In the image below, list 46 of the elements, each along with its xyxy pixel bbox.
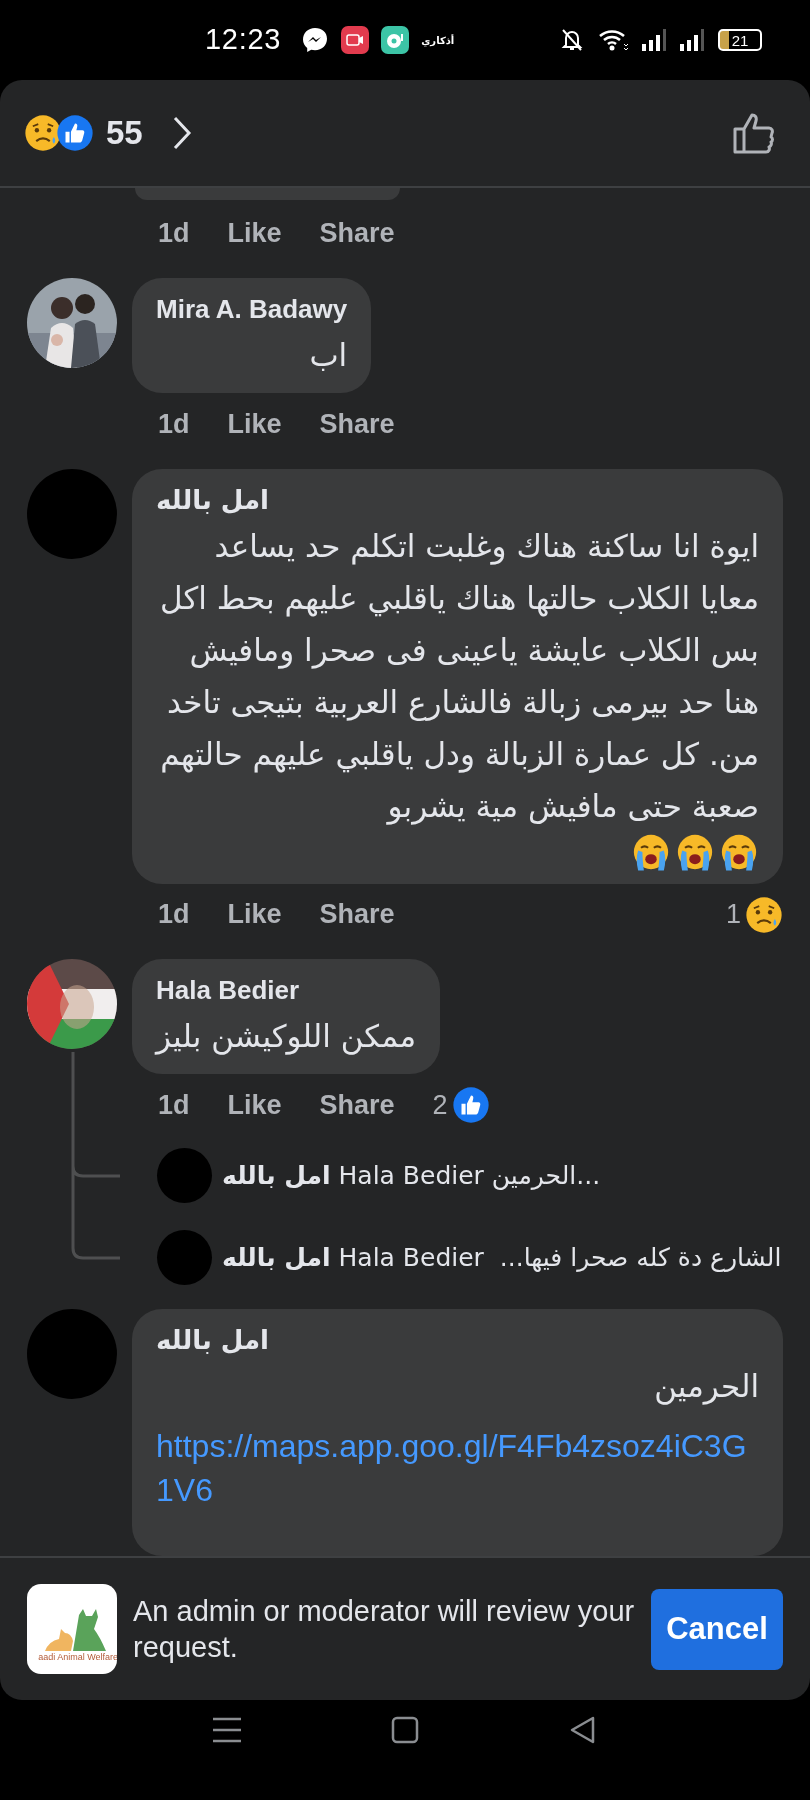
signal-icon — [642, 29, 666, 51]
author-name[interactable]: Mira A. Badawy — [156, 290, 348, 330]
reaction-count: 1 — [725, 898, 741, 932]
reply-preview[interactable]: امل بالله Hala Bedier الحرمين... — [222, 1157, 601, 1195]
share-button[interactable]: Share — [319, 213, 395, 254]
share-button[interactable]: Share — [319, 1084, 395, 1126]
messenger-icon — [301, 26, 330, 54]
comment-time: 1d — [158, 217, 190, 251]
bell-off-icon — [560, 27, 584, 53]
reply-preview[interactable]: امل بالله Hala Bedier ...الشارع دة كله صحرا فيها — [222, 1239, 782, 1277]
reaction-count: 2 — [432, 1088, 448, 1122]
thumbs-up-icon — [451, 1085, 490, 1124]
like-button[interactable]: Like — [227, 404, 282, 445]
like-button[interactable]: Like — [227, 894, 282, 935]
link[interactable]: https://maps.app.goo.gl/F4Fb4zsoz4iC3G1V6 — [156, 1424, 759, 1512]
video-icon — [341, 26, 370, 54]
comment-text: ممكن اللوكيشن بليز — [156, 1017, 416, 1054]
comment-text: الحرمين — [654, 1368, 759, 1404]
thumbs-up-icon — [56, 114, 94, 152]
app-icon — [381, 26, 410, 54]
banner-message: An admin or moderator will review your request. — [133, 1594, 635, 1665]
battery-level: 21 — [731, 32, 749, 48]
author-name[interactable]: امل بالله — [156, 480, 759, 520]
sad-face-icon — [745, 895, 783, 934]
author-name[interactable]: Hala Bedier — [156, 970, 416, 1010]
home-icon[interactable] — [391, 1716, 419, 1744]
share-button[interactable]: Share — [319, 894, 395, 935]
share-button[interactable]: Share — [319, 404, 395, 445]
menu-icon[interactable] — [213, 1717, 241, 1743]
comment-text: ايوة انا ساكنة هناك وغلبت اتكلم حد يساعد معايا الكلاب حالتها هناك ياقلبي عليهم بحط اكل بس الكلاب عايشة ياعينى فى صحرا ومافيش هنا حد بيرمى زبالة فالشارع العربية بتيجى تاخد من. كل عمارة الزبالة ودل ياقلبي عليهم حالتهم صعبة حتى مافيش مية يشربو — [159, 527, 759, 824]
like-button[interactable]: Like — [227, 213, 282, 254]
like-button[interactable]: Like — [227, 1084, 282, 1126]
author-name[interactable]: امل بالله — [156, 1321, 759, 1360]
comment-time: 1d — [158, 1088, 190, 1122]
wifi-icon — [598, 28, 628, 52]
comment-text: اب — [309, 337, 348, 374]
signal-icon — [680, 29, 704, 51]
comment-time: 1d — [158, 408, 190, 442]
comment-time: 1d — [158, 898, 190, 932]
reaction-count: 55 — [106, 113, 143, 154]
sad-face-icon — [24, 114, 62, 152]
cancel-button[interactable]: Cancel — [651, 1588, 783, 1670]
back-icon[interactable] — [569, 1715, 597, 1745]
app-label: أذكاري — [421, 33, 455, 48]
clock-time: 12:23 — [205, 22, 282, 58]
logo-text: aadi Animal Welfare — [38, 1653, 117, 1662]
